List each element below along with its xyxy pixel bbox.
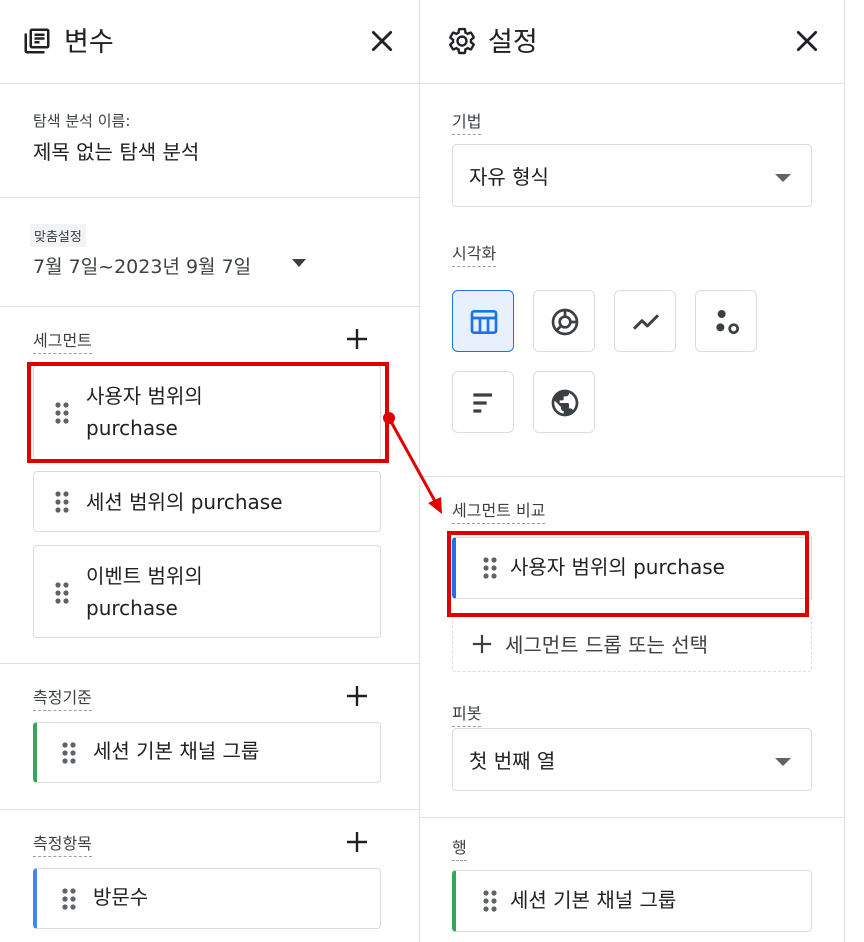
segment-item-label: 세션 범위의 purchase — [86, 490, 283, 514]
geo-map-icon — [551, 389, 579, 417]
metric-item[interactable]: 방문수 — [33, 868, 381, 929]
dimensions-label: 측정기준 — [33, 684, 92, 711]
segment-comparison-item[interactable]: 사용자 범위의 purchase — [452, 537, 812, 599]
visualization-line-button[interactable] — [614, 290, 676, 352]
visualization-geo-button[interactable] — [533, 371, 595, 433]
date-range-chip: 맞춤설정 — [30, 224, 86, 247]
technique-label: 기법 — [452, 108, 482, 135]
add-metric-plus-icon[interactable] — [345, 830, 369, 854]
segment-drop-hint: 세그먼트 드롭 또는 선택 — [505, 633, 709, 657]
rows-section: 행 세션 기본 채널 그룹 — [420, 818, 844, 942]
exploration-name-field[interactable]: 제목 없는 탐색 분석 — [33, 136, 199, 165]
close-icon[interactable] — [794, 28, 820, 54]
visualization-bar-button[interactable] — [452, 371, 514, 433]
visualization-table-button[interactable] — [452, 290, 514, 352]
segment-item-label-line1: 사용자 범위의 — [86, 384, 203, 408]
variables-panel-header: 변수 — [0, 0, 419, 84]
visualization-donut-button[interactable] — [533, 290, 595, 352]
pivot-value: 첫 번째 열 — [469, 749, 556, 773]
technique-dropdown[interactable]: 자유 형식 — [452, 144, 812, 207]
variables-panel: 변수 탐색 분석 이름: 제목 없는 탐색 분석 맞춤설정 7월 7일~2023… — [0, 0, 420, 942]
visualization-scatter-button[interactable] — [695, 290, 757, 352]
chevron-down-icon — [775, 758, 791, 766]
segments-section: 세그먼트 사용자 범위의 purchase 세션 범위의 purchase 이벤… — [0, 307, 419, 664]
drag-handle-icon[interactable] — [54, 402, 70, 424]
variables-panel-title: 변수 — [64, 27, 114, 58]
row-item[interactable]: 세션 기본 채널 그룹 — [452, 870, 812, 932]
drag-handle-icon[interactable] — [54, 491, 70, 513]
settings-panel-header: 설정 — [420, 0, 844, 84]
segment-comparison-label: 세그먼트 비교 — [452, 497, 546, 524]
technique-value: 자유 형식 — [469, 165, 549, 189]
segment-comparison-item-label: 사용자 범위의 purchase — [510, 555, 725, 579]
settings-panel-title: 설정 — [488, 27, 538, 58]
scatter-plot-icon — [716, 310, 739, 334]
segment-item[interactable]: 이벤트 범위의 purchase — [33, 545, 381, 638]
drag-handle-icon[interactable] — [61, 742, 77, 764]
segment-item[interactable]: 세션 범위의 purchase — [33, 471, 381, 532]
segment-comparison-section: 세그먼트 비교 사용자 범위의 purchase 세그먼트 드롭 또는 선택 — [420, 477, 844, 685]
drag-handle-icon[interactable] — [482, 557, 498, 579]
segment-item-label-line1: 이벤트 범위의 — [86, 564, 203, 588]
segment-drop-zone[interactable]: 세그먼트 드롭 또는 선택 — [452, 615, 812, 672]
line-chart-icon — [632, 314, 660, 330]
variables-icon — [24, 28, 50, 54]
settings-panel: 설정 기법 자유 형식 시각화 세그먼트 비교 사용자 범위의 purchase… — [420, 0, 845, 942]
row-item-label: 세션 기본 채널 그룹 — [510, 888, 677, 912]
technique-visualization-section: 기법 자유 형식 시각화 — [420, 84, 844, 477]
plus-icon — [472, 634, 492, 654]
date-range-value[interactable]: 7월 7일~2023년 9월 7일 — [33, 252, 251, 279]
pivot-label: 피봇 — [452, 700, 482, 727]
close-icon[interactable] — [369, 28, 395, 54]
rows-label: 행 — [452, 834, 467, 861]
exploration-name-label: 탐색 분석 이름: — [33, 112, 131, 130]
gear-icon — [449, 27, 475, 55]
drag-handle-icon[interactable] — [54, 582, 70, 604]
bar-chart-icon — [473, 393, 492, 413]
dimension-item-label: 세션 기본 채널 그룹 — [93, 739, 260, 763]
dimension-item[interactable]: 세션 기본 채널 그룹 — [33, 722, 381, 783]
metric-item-label: 방문수 — [93, 885, 149, 909]
date-range-dropdown-icon[interactable] — [292, 259, 306, 267]
pivot-dropdown[interactable]: 첫 번째 열 — [452, 728, 812, 791]
exploration-name-section: 탐색 분석 이름: 제목 없는 탐색 분석 — [0, 84, 419, 198]
segments-label: 세그먼트 — [33, 327, 92, 354]
dimensions-section: 측정기준 세션 기본 채널 그룹 — [0, 664, 419, 810]
visualization-label: 시각화 — [452, 240, 497, 267]
segment-item[interactable]: 사용자 범위의 purchase — [33, 365, 381, 460]
add-segment-plus-icon[interactable] — [345, 327, 369, 351]
chevron-down-icon — [775, 174, 791, 182]
drag-handle-icon[interactable] — [482, 890, 498, 912]
drag-handle-icon[interactable] — [61, 888, 77, 910]
metrics-section: 측정항목 방문수 — [0, 810, 419, 942]
segment-item-label-line2: purchase — [86, 596, 178, 620]
segment-item-label-line2: purchase — [86, 416, 178, 440]
add-dimension-plus-icon[interactable] — [345, 684, 369, 708]
pivot-section: 피봇 첫 번째 열 — [420, 686, 844, 818]
metrics-label: 측정항목 — [33, 830, 92, 857]
date-range-section: 맞춤설정 7월 7일~2023년 9월 7일 — [0, 198, 419, 307]
table-icon — [470, 310, 498, 334]
donut-chart-icon — [551, 308, 579, 336]
